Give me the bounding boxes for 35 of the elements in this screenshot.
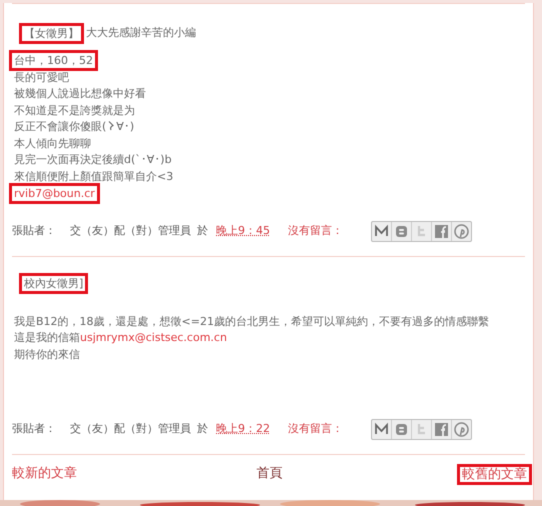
- newer-posts-link[interactable]: 較新的文章: [12, 464, 77, 484]
- body-text: 本人傾向先聊聊: [14, 136, 91, 150]
- home-link[interactable]: 首頁: [256, 464, 282, 484]
- posted-at-label: 於: [197, 222, 208, 239]
- facebook-icon[interactable]: [431, 420, 451, 439]
- body-text: 反正不會讓你傻眼(: [14, 120, 106, 133]
- email-link[interactable]: rvib7@boun.cr: [9, 183, 100, 204]
- post-subtitle: 大大先感謝辛苦的小編: [86, 25, 196, 42]
- post-title: 【女徵男】: [19, 23, 84, 44]
- author-label: 張貼者：: [12, 421, 56, 438]
- author-label: 張貼者：: [12, 222, 56, 239]
- author-name: 交（友）配（對）管理員: [70, 222, 191, 239]
- post-time-link[interactable]: 晚上9：45: [216, 222, 270, 240]
- author-name: 交（友）配（對）管理員: [70, 421, 191, 438]
- pin-icon[interactable]: [451, 222, 471, 240]
- body-text: 不知道是不是誇獎就是为: [14, 104, 135, 116]
- body-text: 這是我的信箱usjmrymx@cistsec.com.cn: [14, 331, 227, 344]
- body-text: 我是B12的，18歲，還是處，想徵<=21歲的台北男生，希望可以單純約，不要有過多的情感聯繫: [14, 314, 489, 328]
- email-link[interactable]: usjmrymx@cistsec.com.cn: [80, 331, 227, 344]
- older-posts-link[interactable]: 較舊的文章: [457, 464, 532, 484]
- hook-icon: [107, 120, 116, 131]
- pin-icon[interactable]: [451, 420, 471, 439]
- body-text: 被幾個人說過比想像中好看: [14, 87, 146, 100]
- body-text: 台中，160，52: [9, 50, 98, 71]
- comments-link[interactable]: 沒有留言：: [288, 222, 343, 240]
- body-text: 來信順便附上顏值跟簡單自介<3: [14, 170, 174, 182]
- body-text: 見完一次面再決定後續d(`･∀･)b: [14, 153, 172, 166]
- post-title: 校內女徵男]: [19, 272, 88, 294]
- body-text: ∀･): [116, 120, 134, 133]
- post-time-link[interactable]: 晚上9：22: [216, 421, 270, 438]
- comments-link[interactable]: 沒有留言：: [288, 421, 343, 438]
- body-text: 長的可愛吧: [14, 70, 69, 84]
- body-text: 期待你的來信: [14, 348, 80, 360]
- facebook-icon[interactable]: [431, 222, 451, 240]
- posted-at-label: 於: [197, 421, 208, 438]
